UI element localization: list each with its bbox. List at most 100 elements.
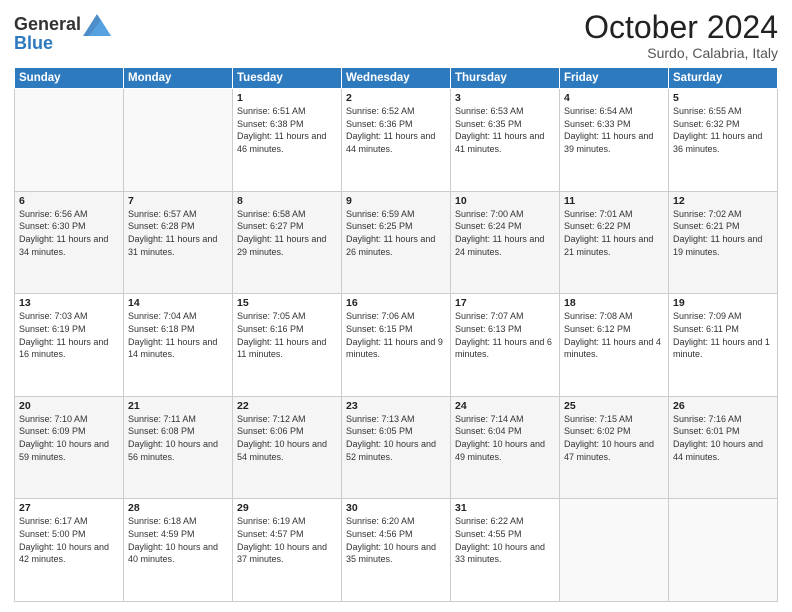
day-detail: Sunrise: 7:11 AM Sunset: 6:08 PM Dayligh… — [128, 413, 228, 463]
sunset-text: Sunset: 6:33 PM — [564, 119, 631, 129]
sunrise-text: Sunrise: 6:20 AM — [346, 516, 415, 526]
table-row: 15 Sunrise: 7:05 AM Sunset: 6:16 PM Dayl… — [233, 294, 342, 397]
table-row: 21 Sunrise: 7:11 AM Sunset: 6:08 PM Dayl… — [124, 396, 233, 499]
calendar-week-row: 20 Sunrise: 7:10 AM Sunset: 6:09 PM Dayl… — [15, 396, 778, 499]
daylight-text: Daylight: 11 hours and 36 minutes. — [673, 131, 762, 154]
daylight-text: Daylight: 10 hours and 42 minutes. — [19, 542, 109, 565]
day-number: 19 — [673, 297, 773, 309]
day-number: 29 — [237, 502, 337, 514]
sunset-text: Sunset: 6:01 PM — [673, 426, 740, 436]
daylight-text: Daylight: 11 hours and 31 minutes. — [128, 234, 217, 257]
day-detail: Sunrise: 7:12 AM Sunset: 6:06 PM Dayligh… — [237, 413, 337, 463]
sunset-text: Sunset: 6:04 PM — [455, 426, 522, 436]
daylight-text: Daylight: 11 hours and 21 minutes. — [564, 234, 653, 257]
sunrise-text: Sunrise: 7:14 AM — [455, 414, 524, 424]
logo-text: General — [14, 15, 81, 35]
day-detail: Sunrise: 7:02 AM Sunset: 6:21 PM Dayligh… — [673, 208, 773, 258]
calendar-week-row: 6 Sunrise: 6:56 AM Sunset: 6:30 PM Dayli… — [15, 191, 778, 294]
day-detail: Sunrise: 6:52 AM Sunset: 6:36 PM Dayligh… — [346, 105, 446, 155]
page: General Blue October 2024 Surdo, Calabri… — [0, 0, 792, 612]
day-detail: Sunrise: 6:56 AM Sunset: 6:30 PM Dayligh… — [19, 208, 119, 258]
day-number: 1 — [237, 92, 337, 104]
table-row — [124, 89, 233, 192]
col-monday: Monday — [124, 68, 233, 89]
daylight-text: Daylight: 11 hours and 9 minutes. — [346, 337, 443, 360]
daylight-text: Daylight: 10 hours and 33 minutes. — [455, 542, 545, 565]
col-tuesday: Tuesday — [233, 68, 342, 89]
sunrise-text: Sunrise: 6:17 AM — [19, 516, 88, 526]
day-detail: Sunrise: 6:51 AM Sunset: 6:38 PM Dayligh… — [237, 105, 337, 155]
day-detail: Sunrise: 6:22 AM Sunset: 4:55 PM Dayligh… — [455, 515, 555, 565]
day-detail: Sunrise: 6:17 AM Sunset: 5:00 PM Dayligh… — [19, 515, 119, 565]
sunset-text: Sunset: 6:02 PM — [564, 426, 631, 436]
day-detail: Sunrise: 7:16 AM Sunset: 6:01 PM Dayligh… — [673, 413, 773, 463]
sunset-text: Sunset: 6:05 PM — [346, 426, 413, 436]
day-detail: Sunrise: 6:19 AM Sunset: 4:57 PM Dayligh… — [237, 515, 337, 565]
table-row: 26 Sunrise: 7:16 AM Sunset: 6:01 PM Dayl… — [669, 396, 778, 499]
table-row: 18 Sunrise: 7:08 AM Sunset: 6:12 PM Dayl… — [560, 294, 669, 397]
sunset-text: Sunset: 6:09 PM — [19, 426, 86, 436]
col-wednesday: Wednesday — [342, 68, 451, 89]
daylight-text: Daylight: 11 hours and 19 minutes. — [673, 234, 762, 257]
day-detail: Sunrise: 7:15 AM Sunset: 6:02 PM Dayligh… — [564, 413, 664, 463]
sunset-text: Sunset: 4:57 PM — [237, 529, 304, 539]
day-detail: Sunrise: 6:20 AM Sunset: 4:56 PM Dayligh… — [346, 515, 446, 565]
title-block: October 2024 Surdo, Calabria, Italy — [584, 10, 778, 61]
table-row: 17 Sunrise: 7:07 AM Sunset: 6:13 PM Dayl… — [451, 294, 560, 397]
sunrise-text: Sunrise: 7:13 AM — [346, 414, 415, 424]
sunrise-text: Sunrise: 7:08 AM — [564, 311, 633, 321]
daylight-text: Daylight: 11 hours and 29 minutes. — [237, 234, 326, 257]
day-number: 16 — [346, 297, 446, 309]
sunset-text: Sunset: 6:22 PM — [564, 221, 631, 231]
sunrise-text: Sunrise: 7:16 AM — [673, 414, 742, 424]
table-row: 5 Sunrise: 6:55 AM Sunset: 6:32 PM Dayli… — [669, 89, 778, 192]
table-row: 3 Sunrise: 6:53 AM Sunset: 6:35 PM Dayli… — [451, 89, 560, 192]
day-detail: Sunrise: 7:13 AM Sunset: 6:05 PM Dayligh… — [346, 413, 446, 463]
day-number: 3 — [455, 92, 555, 104]
sunrise-text: Sunrise: 6:51 AM — [237, 106, 306, 116]
col-saturday: Saturday — [669, 68, 778, 89]
table-row: 30 Sunrise: 6:20 AM Sunset: 4:56 PM Dayl… — [342, 499, 451, 602]
col-friday: Friday — [560, 68, 669, 89]
day-detail: Sunrise: 6:58 AM Sunset: 6:27 PM Dayligh… — [237, 208, 337, 258]
sunset-text: Sunset: 6:32 PM — [673, 119, 740, 129]
daylight-text: Daylight: 10 hours and 44 minutes. — [673, 439, 763, 462]
sunset-text: Sunset: 6:38 PM — [237, 119, 304, 129]
day-detail: Sunrise: 6:55 AM Sunset: 6:32 PM Dayligh… — [673, 105, 773, 155]
table-row: 2 Sunrise: 6:52 AM Sunset: 6:36 PM Dayli… — [342, 89, 451, 192]
day-number: 18 — [564, 297, 664, 309]
sunrise-text: Sunrise: 7:12 AM — [237, 414, 306, 424]
logo: General Blue — [14, 14, 111, 54]
daylight-text: Daylight: 11 hours and 14 minutes. — [128, 337, 217, 360]
table-row: 29 Sunrise: 6:19 AM Sunset: 4:57 PM Dayl… — [233, 499, 342, 602]
sunset-text: Sunset: 6:15 PM — [346, 324, 413, 334]
sunrise-text: Sunrise: 7:10 AM — [19, 414, 88, 424]
daylight-text: Daylight: 10 hours and 40 minutes. — [128, 542, 218, 565]
sunrise-text: Sunrise: 6:53 AM — [455, 106, 524, 116]
table-row: 7 Sunrise: 6:57 AM Sunset: 6:28 PM Dayli… — [124, 191, 233, 294]
sunset-text: Sunset: 6:11 PM — [673, 324, 739, 334]
weekday-header-row: Sunday Monday Tuesday Wednesday Thursday… — [15, 68, 778, 89]
day-number: 24 — [455, 400, 555, 412]
sunset-text: Sunset: 4:59 PM — [128, 529, 195, 539]
daylight-text: Daylight: 11 hours and 44 minutes. — [346, 131, 435, 154]
table-row: 12 Sunrise: 7:02 AM Sunset: 6:21 PM Dayl… — [669, 191, 778, 294]
location: Surdo, Calabria, Italy — [584, 45, 778, 61]
calendar-week-row: 13 Sunrise: 7:03 AM Sunset: 6:19 PM Dayl… — [15, 294, 778, 397]
table-row — [15, 89, 124, 192]
sunset-text: Sunset: 6:30 PM — [19, 221, 86, 231]
sunrise-text: Sunrise: 6:57 AM — [128, 209, 197, 219]
day-detail: Sunrise: 6:57 AM Sunset: 6:28 PM Dayligh… — [128, 208, 228, 258]
sunset-text: Sunset: 6:12 PM — [564, 324, 631, 334]
table-row: 10 Sunrise: 7:00 AM Sunset: 6:24 PM Dayl… — [451, 191, 560, 294]
day-detail: Sunrise: 7:08 AM Sunset: 6:12 PM Dayligh… — [564, 310, 664, 360]
sunset-text: Sunset: 6:18 PM — [128, 324, 195, 334]
table-row: 1 Sunrise: 6:51 AM Sunset: 6:38 PM Dayli… — [233, 89, 342, 192]
day-number: 23 — [346, 400, 446, 412]
sunset-text: Sunset: 6:35 PM — [455, 119, 522, 129]
calendar-table: Sunday Monday Tuesday Wednesday Thursday… — [14, 67, 778, 602]
sunrise-text: Sunrise: 6:56 AM — [19, 209, 88, 219]
day-number: 25 — [564, 400, 664, 412]
table-row: 13 Sunrise: 7:03 AM Sunset: 6:19 PM Dayl… — [15, 294, 124, 397]
sunrise-text: Sunrise: 7:05 AM — [237, 311, 306, 321]
